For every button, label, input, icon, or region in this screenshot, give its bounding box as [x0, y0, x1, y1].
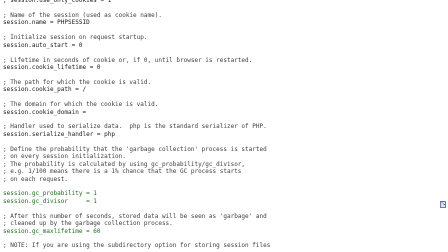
- directive-line: session.gc_maxlifetime = 60: [3, 227, 101, 235]
- directive-line: session.serialize_handler = php: [3, 130, 115, 138]
- directive-line: session.cookie_path = /: [3, 86, 87, 94]
- comment-line: ; on each request.: [3, 175, 69, 183]
- comment-line: ; Name of the session (used as cookie na…: [3, 11, 162, 19]
- comment-line: ; on every session initialization.: [3, 153, 126, 161]
- resize-grip-icon[interactable]: ⤡: [440, 201, 446, 208]
- comment-line: ; The domain for which the cookie is val…: [3, 101, 159, 109]
- comment-line: ; The probability is calculated by using…: [3, 160, 246, 168]
- comment-line: ; e.g. 1/100 means there is a 1% chance …: [3, 168, 242, 176]
- directive-line: session.gc_probability = 1: [3, 190, 97, 198]
- comment-line: ; Initialize session on request startup.: [3, 34, 148, 42]
- comment-line: ; Lifetime in seconds of cookie or, if 0…: [3, 56, 253, 64]
- comment-line: ; The path for which the cookie is valid…: [3, 78, 152, 86]
- comment-line: ; Define the probability that the 'garba…: [3, 145, 267, 153]
- directive-line: session.gc_divisor = 1: [3, 197, 97, 205]
- comment-line: ; NOTE: If you are using the subdirector…: [3, 242, 271, 250]
- text-editor[interactable]: ; session.use_only_cookies = 1 ; Name of…: [0, 0, 448, 252]
- comment-line: ; Handler used to serialize data. php is…: [3, 123, 267, 131]
- comment-line: ; After this number of seconds, stored d…: [3, 212, 267, 220]
- directive-line: session.name = PHPSESSID: [3, 19, 90, 27]
- directive-line: session.auto_start = 0: [3, 41, 83, 49]
- code-area[interactable]: ; session.use_only_cookies = 1 ; Name of…: [3, 0, 435, 250]
- directive-line: session.cookie_domain =: [3, 108, 87, 116]
- directive-line: session.cookie_lifetime = 0: [3, 63, 101, 71]
- comment-line: ; cleaned up by the garbage collection p…: [3, 220, 173, 228]
